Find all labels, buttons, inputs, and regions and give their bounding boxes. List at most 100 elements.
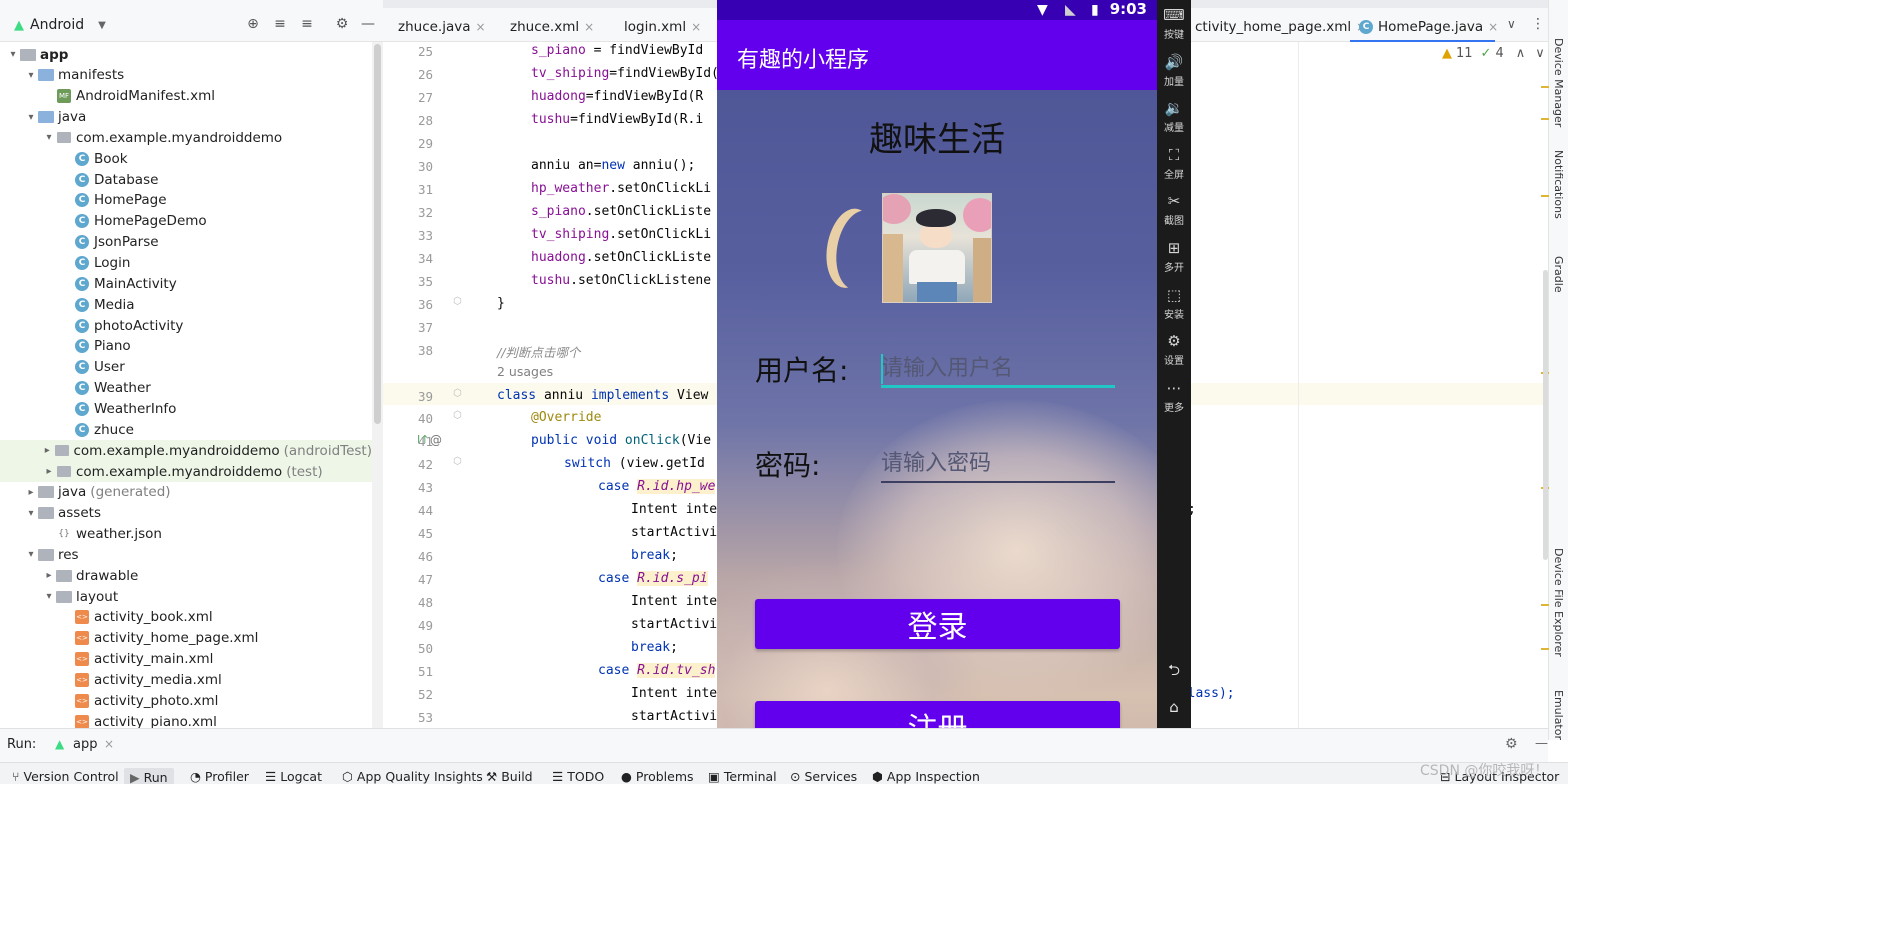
tree-item[interactable]: C Book — [0, 148, 372, 169]
emulator-panel-button[interactable]: ⌨ 按键 — [1157, 6, 1191, 41]
tab-zhuce-xml[interactable]: zhuce.xml × — [495, 16, 594, 38]
logcat-tool[interactable]: ☰ Logcat — [265, 769, 322, 784]
fold-icon[interactable]: ⬡ — [453, 296, 462, 307]
tree-scrollbar[interactable] — [372, 42, 383, 728]
tree-item[interactable]: {} weather.json — [0, 524, 372, 545]
tab-zhuce-java[interactable]: zhuce.java × — [383, 16, 486, 38]
chevron-down-icon[interactable]: ∨ — [1507, 17, 1516, 31]
tree-item[interactable]: C Piano — [0, 336, 372, 357]
chevron-down-icon[interactable]: ▾ — [24, 508, 38, 519]
emulator-panel-button[interactable]: ⛶ 全屏 — [1157, 146, 1191, 181]
tree-item[interactable]: ▾ layout — [0, 586, 372, 607]
tree-item[interactable]: ▸ com.example.myandroiddemo (androidTest) — [0, 440, 372, 462]
tree-item[interactable]: Czhuce — [0, 419, 372, 440]
tree-item[interactable]: C HomePage — [0, 190, 372, 211]
tree-item[interactable]: <> activity_book.xml — [0, 607, 372, 628]
collapse-all-icon[interactable]: ≡ — [297, 14, 317, 34]
gear-icon[interactable]: ⚙ — [332, 14, 352, 34]
tree-item[interactable]: <> activity_media.xml — [0, 670, 372, 691]
problems-tool[interactable]: ● Problems — [621, 769, 694, 784]
annotation-icon[interactable]: @ — [430, 433, 442, 447]
version-control-tool[interactable]: ⑂ Version Control — [12, 769, 119, 784]
back-icon[interactable]: ⮌ — [1157, 660, 1191, 685]
tree-item[interactable]: <> activity_photo.xml — [0, 690, 372, 711]
tree-item[interactable]: <> activity_piano.xml — [0, 711, 372, 728]
chevron-down-icon[interactable]: ▾ — [42, 132, 56, 143]
tree-item[interactable]: C HomePageDemo — [0, 211, 372, 232]
editor-scrollbar-thumb[interactable] — [1543, 270, 1548, 560]
project-view-selector[interactable]: ▲ Android ▼ — [14, 15, 106, 35]
tree-item[interactable]: C JsonParse — [0, 232, 372, 253]
chevron-right-icon[interactable]: ▸ — [42, 466, 56, 477]
tree-item[interactable]: ▸ java (generated) — [0, 482, 372, 503]
chevron-right-icon[interactable]: ▸ — [24, 487, 38, 498]
usages-hint[interactable]: 2 usages — [497, 364, 553, 379]
emulator-panel-button[interactable]: 🔉 减量 — [1157, 99, 1191, 134]
close-icon[interactable]: × — [584, 20, 594, 34]
tree-item[interactable]: C WeatherInfo — [0, 398, 372, 419]
hide-icon[interactable]: — — [1535, 736, 1548, 751]
emulator-tool[interactable]: Emulator — [1552, 690, 1565, 740]
password-input[interactable] — [881, 441, 1115, 485]
app-inspection-tool[interactable]: ⬢ App Inspection — [872, 769, 980, 784]
chevron-right-icon[interactable]: ▸ — [41, 445, 55, 456]
services-tool[interactable]: ⊙ Services — [790, 769, 857, 784]
tree-item[interactable]: ▸ drawable — [0, 565, 372, 586]
emulator-panel-button[interactable]: ⊞ 多开 — [1157, 239, 1191, 274]
tree-item[interactable]: ▾ res — [0, 544, 372, 565]
inspection-widget[interactable]: ▲ 11 ✓ 4 ∧ ∨ — [1442, 46, 1545, 61]
close-icon[interactable]: × — [1488, 20, 1498, 34]
tree-item[interactable]: C Media — [0, 294, 372, 315]
gear-icon[interactable]: ⚙ — [1505, 736, 1518, 752]
gradle-tool[interactable]: Gradle — [1552, 256, 1565, 293]
home-icon[interactable]: ⌂ — [1157, 698, 1191, 716]
tree-item[interactable]: C Login — [0, 253, 372, 274]
fold-icon[interactable]: ⬡ — [453, 388, 462, 399]
chevron-down-icon[interactable]: ▾ — [6, 49, 20, 60]
close-icon[interactable]: × — [104, 737, 114, 751]
more-icon[interactable]: ⋮ — [1531, 16, 1545, 32]
device-file-explorer-tool[interactable]: Device File Explorer — [1552, 548, 1565, 657]
tree-item[interactable]: ▾ app — [0, 44, 372, 65]
error-stripe-mark[interactable] — [1541, 118, 1549, 120]
locate-icon[interactable]: ⊕ — [243, 14, 263, 34]
project-tree[interactable]: ▾ app ▾ manifests MF AndroidManifest.xml ▾ java… — [0, 42, 372, 728]
emulator-panel-button[interactable]: ✂ 截图 — [1157, 192, 1191, 227]
fold-icon[interactable]: ⬡ — [453, 410, 462, 421]
tree-item[interactable]: ▾ java — [0, 107, 372, 128]
tree-item[interactable]: ▾ manifests — [0, 65, 372, 86]
tree-item[interactable]: <> activity_main.xml — [0, 649, 372, 670]
fold-icon[interactable]: ⬡ — [453, 456, 462, 467]
tab-login-xml[interactable]: login.xml × — [609, 16, 701, 38]
tree-item[interactable]: MF AndroidManifest.xml — [0, 86, 372, 107]
close-icon[interactable]: × — [691, 20, 701, 34]
expand-all-icon[interactable]: ≡ — [270, 14, 290, 34]
error-stripe-mark[interactable] — [1541, 648, 1549, 650]
error-stripe-mark[interactable] — [1541, 604, 1549, 606]
tab-homepage-java[interactable]: C HomePage.java × — [1359, 16, 1498, 38]
run-config-tab[interactable]: app — [73, 737, 97, 752]
scroll-thumb[interactable] — [374, 44, 381, 424]
tree-item[interactable]: C User — [0, 357, 372, 378]
error-stripe-mark[interactable] — [1541, 86, 1549, 88]
tree-item[interactable]: ▾ assets — [0, 503, 372, 524]
emulator-panel-button[interactable]: ⋯ 更多 — [1157, 379, 1191, 414]
chevron-down-icon[interactable]: ∨ — [1535, 46, 1545, 61]
close-icon[interactable]: × — [476, 20, 486, 34]
chevron-up-icon[interactable]: ∧ — [1516, 46, 1526, 61]
chevron-down-icon[interactable]: ▾ — [42, 591, 56, 602]
notifications-tool[interactable]: Notifications — [1552, 150, 1565, 219]
emulator-panel-button[interactable]: 🔊 加量 — [1157, 53, 1191, 88]
tree-item[interactable]: <> activity_home_page.xml — [0, 628, 372, 649]
terminal-tool[interactable]: ▣ Terminal — [708, 769, 777, 784]
hide-icon[interactable]: — — [358, 14, 378, 34]
emulator-screen[interactable]: ▼ ◣ ▮ 9:03 有趣的小程序 趣味生活 用户名: 密码: 登录 注册 — [717, 0, 1157, 772]
build-tool[interactable]: ⚒ Build — [486, 769, 533, 784]
tab-activity-home-page-xml[interactable]: ctivity_home_page.xml × — [1195, 16, 1366, 38]
username-input[interactable] — [881, 346, 1115, 390]
app-quality-insights-tool[interactable]: ⬡ App Quality Insights — [342, 769, 483, 784]
chevron-right-icon[interactable]: ▸ — [42, 570, 56, 581]
todo-tool[interactable]: ☰ TODO — [552, 769, 604, 784]
implement-icon[interactable]: I↑ — [417, 433, 429, 446]
tree-item[interactable]: ▾ com.example.myandroiddemo — [0, 127, 372, 148]
